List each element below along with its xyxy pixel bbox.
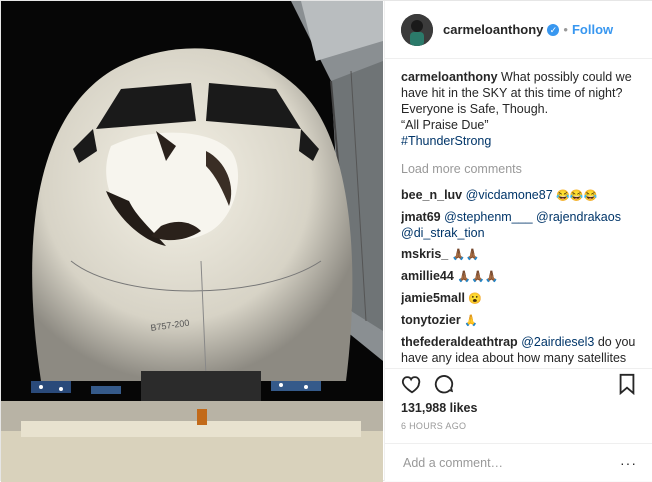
instagram-post: B757-200 carmeloanthony ✓ • Follow carme… [0,0,652,482]
separator-dot: • [563,22,568,37]
avatar[interactable] [401,13,433,46]
comment-username[interactable]: bee_n_luv [401,188,462,202]
comment-item: bee_n_luv @vicdamone87 😂😂😂 [401,187,639,204]
add-comment-input[interactable] [401,454,620,471]
comment-item: tonytozier 🙏 [401,312,639,329]
comment-emoji: 🙏 [464,315,478,327]
verified-badge-icon: ✓ [547,23,560,36]
comment-item: jamie5mall 😮 [401,290,639,307]
comment-username[interactable]: amillie44 [401,269,454,283]
caption-hashtag[interactable]: #ThunderStrong [401,134,491,148]
heart-icon[interactable] [401,373,423,400]
more-options-icon[interactable]: ··· [620,455,637,471]
comment-emoji: 😮 [468,293,483,305]
comment-username[interactable]: jamie5mall [401,291,465,305]
load-more-comments-button[interactable]: Load more comments [401,161,639,177]
add-comment-bar: ··· [385,443,652,481]
comment-username[interactable]: jmat69 [401,210,441,224]
header-username[interactable]: carmeloanthony [443,22,543,37]
post-photo[interactable]: B757-200 [1,1,383,482]
post-sidebar: carmeloanthony ✓ • Follow carmeloanthony… [384,1,652,481]
comment-username[interactable]: tonytozier [401,313,461,327]
comment-item: jmat69 @stephenm___ @rajendrakaos @di_st… [401,209,639,241]
likes-count[interactable]: 131,988 likes [401,401,477,415]
caption-username[interactable]: carmeloanthony [401,70,498,84]
bookmark-icon[interactable] [617,373,637,400]
post-header: carmeloanthony ✓ • Follow [385,1,652,59]
comment-emoji: 😂😂😂 [556,190,598,202]
comment-mention[interactable]: @vicdamone87 [466,188,553,202]
post-timestamp[interactable]: 6 HOURS AGO [401,421,466,431]
comment-item: mskris_ 🙏🏾🙏🏾 [401,246,639,263]
comment-icon[interactable] [433,373,455,400]
comment-username[interactable]: thefederaldeathtrap [401,335,518,349]
divider [385,368,652,369]
comment-mention[interactable]: @2airdiesel3 [521,335,594,349]
caption: carmeloanthony What possibly could we ha… [401,69,639,149]
comment-emoji: 🙏🏾🙏🏾🙏🏾 [457,271,499,283]
comment-emoji: 🙏🏾🙏🏾 [451,249,480,261]
comments-list[interactable]: carmeloanthony What possibly could we ha… [401,69,639,365]
airplane-damaged-nose-image: B757-200 [1,1,383,482]
avatar-image [401,13,433,46]
comment-item: amillie44 🙏🏾🙏🏾🙏🏾 [401,268,639,285]
caption-line2: “All Praise Due” [401,118,489,132]
follow-button[interactable]: Follow [572,22,613,37]
comment-item: thefederaldeathtrap @2airdiesel3 do you … [401,334,639,365]
action-bar [401,373,637,396]
comment-username[interactable]: mskris_ [401,247,448,261]
